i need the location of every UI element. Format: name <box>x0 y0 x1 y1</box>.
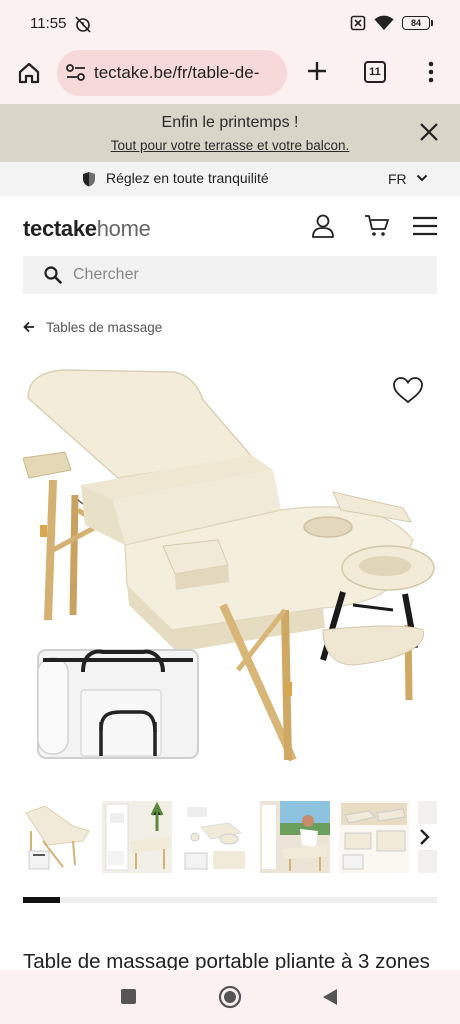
breadcrumb-label[interactable]: Tables de massage <box>46 320 162 335</box>
recents-icon[interactable] <box>121 989 136 1004</box>
trust-bar: Réglez en toute tranquilité FR <box>0 162 460 196</box>
no-sim-icon <box>350 15 366 31</box>
promo-link[interactable]: Tout pour votre terrasse et votre balcon… <box>0 138 460 153</box>
back-icon[interactable] <box>322 988 338 1006</box>
address-bar[interactable]: tectake.be/fr/table-de- <box>57 50 287 96</box>
thumbnail-4[interactable] <box>260 801 330 873</box>
promo-banner: Enfin le printemps ! Tout pour votre ter… <box>0 104 460 162</box>
search-bar <box>23 256 437 294</box>
thumbnail-2[interactable] <box>102 801 172 873</box>
hamburger-menu-icon[interactable] <box>412 216 438 236</box>
promo-title: Enfin le printemps ! <box>161 114 299 131</box>
home-circle-icon[interactable] <box>218 985 242 1009</box>
site-settings-icon[interactable] <box>65 63 87 83</box>
wifi-icon <box>374 15 394 30</box>
logo-light-text: home <box>96 216 151 241</box>
more-menu-icon[interactable] <box>423 60 439 84</box>
search-icon[interactable] <box>44 266 62 284</box>
trust-text: Réglez en toute tranquilité <box>106 170 269 186</box>
home-icon[interactable] <box>16 60 42 86</box>
wishlist-heart-icon[interactable] <box>392 376 424 404</box>
thumbnail-strip <box>23 801 437 873</box>
thumbnail-3[interactable] <box>181 801 251 873</box>
account-icon[interactable] <box>311 213 335 239</box>
gallery-next-button[interactable] <box>413 824 437 850</box>
gallery-scroll-indicator <box>23 897 437 903</box>
tab-switcher-button[interactable]: 11 <box>364 61 386 83</box>
battery-icon: 84 <box>402 16 433 30</box>
close-icon[interactable] <box>418 121 440 143</box>
chevron-down-icon[interactable] <box>416 174 428 182</box>
status-bar: 11:55 84 <box>0 0 460 48</box>
system-nav-bar <box>0 970 460 1024</box>
muted-alarm-icon <box>75 16 91 33</box>
browser-toolbar: tectake.be/fr/table-de- 11 <box>0 48 460 104</box>
thumbnail-5[interactable] <box>339 801 409 873</box>
breadcrumb[interactable]: Tables de massage <box>23 318 162 336</box>
url-text: tectake.be/fr/table-de- <box>94 63 260 82</box>
logo-bold-text: tectake <box>23 216 97 241</box>
chevron-right-icon[interactable] <box>419 828 431 846</box>
site-header: tectakehome <box>0 196 460 256</box>
arrow-left-icon[interactable] <box>23 321 35 333</box>
new-tab-icon[interactable] <box>305 59 329 83</box>
language-selector[interactable]: FR <box>388 171 407 187</box>
gallery-scroll-thumb <box>23 897 61 903</box>
search-input[interactable] <box>73 256 423 294</box>
status-time: 11:55 <box>30 15 67 32</box>
site-logo[interactable]: tectakehome <box>23 216 151 242</box>
shield-icon <box>83 172 95 187</box>
thumbnail-1[interactable] <box>23 801 93 873</box>
carry-bag-image <box>37 649 199 759</box>
product-main-image[interactable] <box>23 360 437 780</box>
cart-icon[interactable] <box>364 214 390 238</box>
